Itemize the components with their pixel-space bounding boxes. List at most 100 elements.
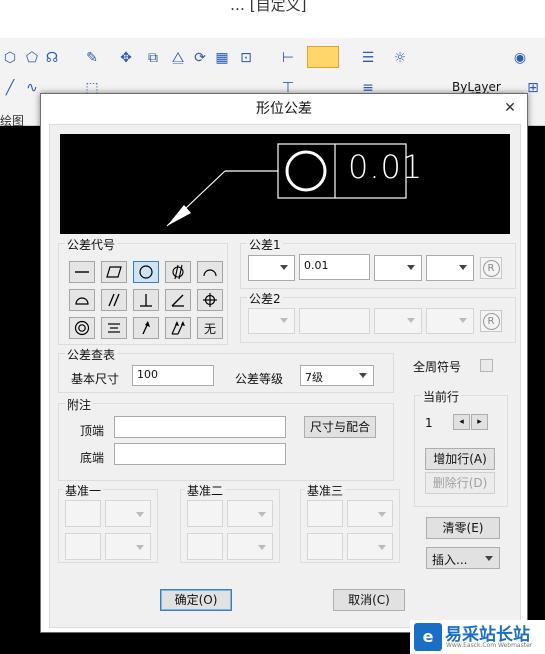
tolerance1-material-select[interactable] xyxy=(374,255,422,281)
circular-runout-button[interactable] xyxy=(133,317,159,339)
datum3-bottom-select[interactable] xyxy=(347,533,393,560)
move-icon[interactable]: ✥ xyxy=(118,50,134,66)
watermark-logo-icon: e xyxy=(414,623,442,651)
r-icon: R xyxy=(482,259,500,277)
datum1-bottom-input[interactable] xyxy=(65,533,101,560)
all-around-checkbox[interactable] xyxy=(480,359,493,372)
tolerance2-r-button[interactable]: R xyxy=(480,310,502,332)
tolerance2-material-select[interactable] xyxy=(374,308,422,334)
line-profile-button[interactable] xyxy=(197,261,223,283)
preview-value: 0.01 xyxy=(348,148,424,186)
mirror-icon[interactable]: ⧋ xyxy=(170,50,186,66)
array-icon[interactable]: ▦ xyxy=(214,50,230,66)
tolerance-tool-button[interactable] xyxy=(307,46,339,68)
cylindricity-button[interactable] xyxy=(165,261,191,283)
note-top-input[interactable] xyxy=(114,416,286,438)
datum2-group: 基准二 xyxy=(180,482,280,563)
rotate-icon[interactable]: ⟳ xyxy=(192,50,208,66)
app-title: … [自定义] xyxy=(230,0,307,14)
note-group: 附注 顶端 尺寸与配合 底端 xyxy=(58,396,394,481)
layer-icon[interactable]: ☰ xyxy=(360,50,376,66)
tolerance2-extra-select[interactable] xyxy=(426,308,474,334)
datum1-group: 基准一 xyxy=(58,482,158,563)
perpendicularity-button[interactable] xyxy=(133,289,159,311)
dialog-client: 0.01 公差代号 无 公差1 0.01 R 公差2 R 公差查表 基本尺寸 1… xyxy=(49,124,521,628)
offset-icon[interactable]: ⊡ xyxy=(238,50,254,66)
query-group: 公差查表 基本尺寸 100 公差等级 7级 xyxy=(58,346,394,393)
datum1-bottom-select[interactable] xyxy=(105,533,151,560)
tolerance1-value-input[interactable]: 0.01 xyxy=(299,254,370,280)
note-group-label: 附注 xyxy=(65,396,94,413)
note-bottom-input[interactable] xyxy=(114,443,286,465)
grade-value: 7级 xyxy=(305,371,323,384)
flatness-button[interactable] xyxy=(101,261,127,283)
tolerance2-diameter-select[interactable] xyxy=(248,308,295,334)
brush-icon[interactable]: ✎ xyxy=(84,50,100,66)
datum3-top-input[interactable] xyxy=(307,500,343,527)
linetype-label: ByLayer xyxy=(452,80,501,94)
polygon-icon[interactable]: ⬡ xyxy=(2,50,18,66)
preview-panel: 0.01 xyxy=(60,134,510,234)
fit-button[interactable]: 尺寸与配合 xyxy=(304,416,376,438)
tolerance1-group: 公差1 0.01 R xyxy=(240,236,516,289)
copy-icon[interactable]: ⧉ xyxy=(145,50,161,66)
row-next-button[interactable]: ▸ xyxy=(471,414,488,430)
datum2-bottom-select[interactable] xyxy=(227,533,273,560)
row-prev-button[interactable]: ◂ xyxy=(453,414,470,430)
datum3-bottom-input[interactable] xyxy=(307,533,343,560)
datum1-top-select[interactable] xyxy=(105,500,151,527)
concentricity-button[interactable] xyxy=(69,317,95,339)
ok-button[interactable]: 确定(O) xyxy=(160,589,232,611)
datum2-label: 基准二 xyxy=(185,482,226,499)
cancel-button[interactable]: 取消(C) xyxy=(333,589,405,611)
clear-button[interactable]: 清零(E) xyxy=(426,517,500,539)
total-runout-button[interactable] xyxy=(165,317,191,339)
datum2-bottom-input[interactable] xyxy=(187,533,223,560)
tolerance2-label: 公差2 xyxy=(247,290,283,307)
region-icon[interactable]: ☊ xyxy=(44,50,60,66)
tolerance2-value-input[interactable] xyxy=(299,308,370,334)
datum3-top-select[interactable] xyxy=(347,500,393,527)
symbol-group: 公差代号 无 xyxy=(58,236,228,345)
delete-row-button[interactable]: 删除行(D) xyxy=(425,472,495,494)
symbol-group-label: 公差代号 xyxy=(65,236,118,253)
r-icon: R xyxy=(482,312,500,330)
add-row-button[interactable]: 增加行(A) xyxy=(425,448,495,470)
line-icon[interactable]: ╱ xyxy=(2,80,18,96)
grade-select[interactable]: 7级 xyxy=(300,365,374,386)
no-symbol-button[interactable]: 无 xyxy=(197,317,223,339)
spline-icon[interactable]: ∿ xyxy=(24,80,40,96)
symmetry-button[interactable] xyxy=(101,317,127,339)
datum2-top-select[interactable] xyxy=(227,500,273,527)
insert-select[interactable]: 插入... xyxy=(426,547,500,569)
grade-label: 公差等级 xyxy=(235,372,284,386)
position-button[interactable] xyxy=(197,289,223,311)
angularity-button[interactable] xyxy=(165,289,191,311)
surface-profile-button[interactable] xyxy=(69,289,95,311)
tolerance1-label: 公差1 xyxy=(247,236,283,253)
tolerance1-diameter-select[interactable] xyxy=(248,255,295,281)
circularity-button[interactable] xyxy=(133,261,159,283)
note-top-label: 顶端 xyxy=(80,424,105,438)
tolerance-dialog: 形位公差 ✕ 0.01 公差代号 无 公差1 0.01 R 公差2 R 公差查表… xyxy=(40,93,528,633)
straightness-button[interactable] xyxy=(69,261,95,283)
basic-size-input[interactable]: 100 xyxy=(132,365,214,386)
datum3-group: 基准三 xyxy=(300,482,400,563)
bulb-icon[interactable]: ☼ xyxy=(392,50,408,66)
tolerance1-r-button[interactable]: R xyxy=(480,257,502,279)
preview-graphic xyxy=(166,143,407,227)
dimension-icon[interactable]: ⊢ xyxy=(280,50,296,66)
note-bottom-label: 底端 xyxy=(80,451,105,465)
circularity-symbol-preview xyxy=(285,150,327,192)
parallelism-button[interactable] xyxy=(101,289,127,311)
tolerance1-extra-select[interactable] xyxy=(426,255,474,281)
datum1-top-input[interactable] xyxy=(65,500,101,527)
color-wheel-icon[interactable]: ◉ xyxy=(512,50,528,66)
datum2-top-input[interactable] xyxy=(187,500,223,527)
pentagon-icon[interactable]: ⬠ xyxy=(24,50,40,66)
datum1-label: 基准一 xyxy=(63,482,104,499)
dialog-title: 形位公差 xyxy=(256,101,312,117)
current-row-label: 当前行 xyxy=(421,388,462,405)
watermark-subtext: Www.Easck.Com Webmaster xyxy=(446,642,533,649)
close-button[interactable]: ✕ xyxy=(496,97,524,119)
